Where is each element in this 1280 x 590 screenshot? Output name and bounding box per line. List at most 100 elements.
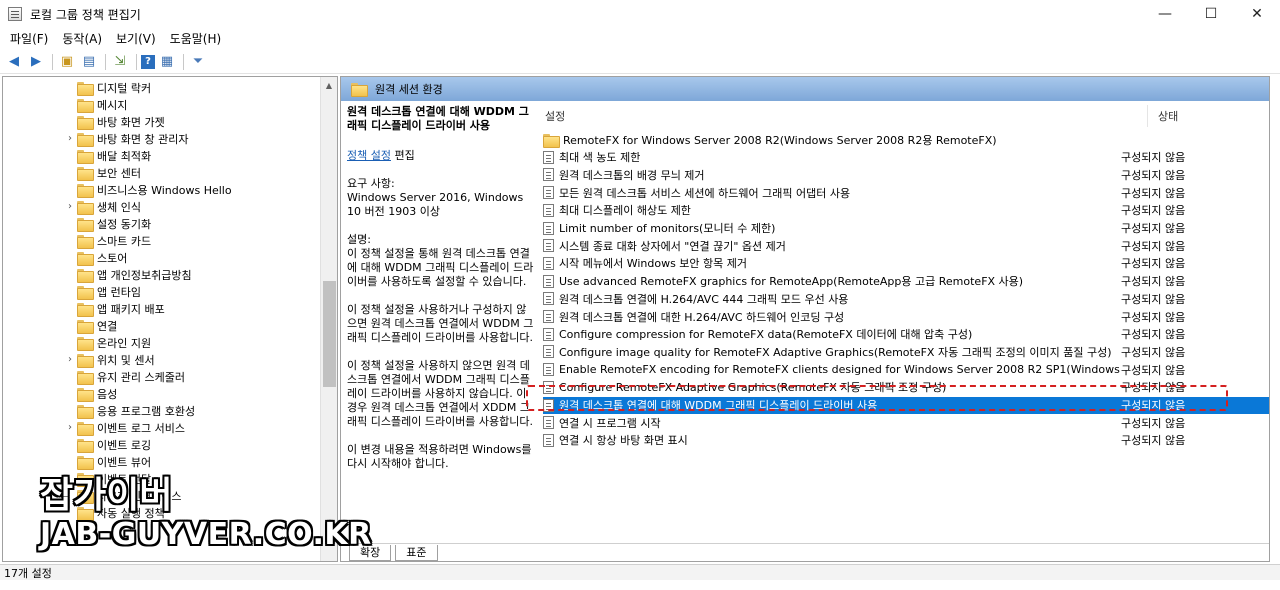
tree-item[interactable]: 연결 — [3, 317, 117, 334]
folder-icon — [77, 98, 94, 113]
scroll-thumb[interactable] — [323, 281, 336, 387]
policy-row[interactable]: Configure image quality for RemoteFX Ada… — [543, 343, 1269, 360]
policy-row[interactable]: Use advanced RemoteFX graphics for Remot… — [543, 273, 1269, 290]
tree-item-label: 비즈니스용 Windows Hello — [97, 183, 232, 197]
policy-state: 구성되지 않음 — [1121, 416, 1186, 430]
policy-setting: 연결 시 프로그램 시작 — [543, 415, 1123, 431]
tree-item[interactable]: 앱 런타임 — [3, 283, 141, 300]
folder-icon — [77, 183, 94, 198]
properties-icon[interactable]: ▦ — [157, 52, 177, 72]
policy-setting-label: Use advanced RemoteFX graphics for Remot… — [559, 275, 1024, 289]
policy-row[interactable]: Enable RemoteFX encoding for RemoteFX cl… — [543, 361, 1269, 378]
tree-item-label: 생체 인식 — [97, 200, 141, 214]
close-button[interactable]: ✕ — [1234, 0, 1280, 28]
help-icon[interactable]: ? — [141, 54, 155, 69]
policy-setting-label: 원격 데스크톱의 배경 무늬 제거 — [559, 168, 705, 182]
policy-row[interactable]: 원격 데스크톱의 배경 무늬 제거 구성되지 않음 — [543, 166, 1269, 183]
tree-item-label: 앱 런타임 — [97, 285, 141, 299]
status-bar: 17개 설정 — [0, 564, 1280, 580]
folder-icon — [543, 133, 560, 148]
folder-icon — [77, 234, 94, 249]
edit-policy-line: 정책 설정 편집 — [347, 149, 535, 163]
policy-row[interactable]: Configure compression for RemoteFX data(… — [543, 326, 1269, 343]
tree-item[interactable]: 보안 센터 — [3, 164, 141, 181]
policy-setting-label: 연결 시 항상 바탕 화면 표시 — [559, 434, 688, 448]
policy-row[interactable]: 연결 시 항상 바탕 화면 표시 구성되지 않음 — [543, 432, 1269, 449]
menu-action[interactable]: 동작(A) — [56, 30, 108, 47]
policy-row[interactable]: 최대 디스플레이 해상도 제한 구성되지 않음 — [543, 202, 1269, 219]
policy-document-icon — [543, 310, 554, 323]
tree-item[interactable]: 설정 동기화 — [3, 215, 151, 232]
expand-chevron-icon[interactable]: › — [63, 201, 77, 212]
policy-document-icon — [543, 433, 554, 447]
edit-policy-suffix: 편집 — [390, 149, 415, 162]
policy-row[interactable]: 최대 색 농도 제한 구성되지 않음 — [543, 149, 1269, 166]
policy-state: 구성되지 않음 — [1121, 186, 1186, 200]
show-hide-tree-icon[interactable]: ▤ — [79, 52, 99, 72]
filter-icon[interactable]: ⏷ — [188, 52, 208, 72]
policy-row[interactable]: 원격 데스크톱 연결에 H.264/AVC 444 그래픽 모드 우선 사용 구성… — [543, 290, 1269, 307]
tree-item[interactable]: 디지털 락커 — [3, 79, 151, 96]
tree-item[interactable]: 비즈니스용 Windows Hello — [3, 181, 232, 198]
menu-help[interactable]: 도움말(H) — [164, 30, 228, 47]
export-list-icon[interactable]: ⇲ — [110, 52, 130, 72]
policy-row[interactable]: 시작 메뉴에서 Windows 보안 항목 제거 구성되지 않음 — [543, 255, 1269, 272]
tree-item[interactable]: › 이벤트 로그 서비스 — [3, 419, 185, 436]
tree-item[interactable]: 스마트 카드 — [3, 232, 151, 249]
policy-setting: Configure image quality for RemoteFX Ada… — [543, 344, 1123, 360]
tree-item[interactable]: 앱 패키지 배포 — [3, 300, 165, 317]
tree-item[interactable]: 온라인 지원 — [3, 334, 151, 351]
column-header-setting[interactable]: 설정 — [545, 105, 565, 127]
tree-item[interactable]: 메시지 — [3, 96, 127, 113]
tree-item[interactable]: › 생체 인식 — [3, 198, 141, 215]
policy-document-icon — [543, 150, 554, 164]
policy-setting: 시작 메뉴에서 Windows 보안 항목 제거 — [543, 255, 1123, 271]
policy-row[interactable]: 시스템 종료 대화 상자에서 "연결 끊기" 옵션 제거 구성되지 않음 — [543, 237, 1269, 254]
minimize-button[interactable]: — — [1142, 0, 1188, 28]
tree-item[interactable]: 스토어 — [3, 249, 127, 266]
tree-item[interactable]: 앱 개인정보취급방침 — [3, 266, 192, 283]
tree-item[interactable]: 이벤트 뷰어 — [3, 453, 151, 470]
menu-bar: 파일(F) 동작(A) 보기(V) 도움말(H) — [0, 28, 1280, 48]
tree-item[interactable]: 응용 프로그램 호환성 — [3, 402, 195, 419]
forward-arrow-icon[interactable]: ▶ — [26, 52, 46, 72]
scroll-up-icon[interactable]: ▲ — [321, 77, 337, 94]
policy-row[interactable]: Limit number of monitors(모니터 수 제한) 구성되지 않… — [543, 220, 1269, 237]
policy-state: 구성되지 않음 — [1121, 151, 1186, 165]
expand-chevron-icon[interactable]: › — [63, 422, 77, 433]
policy-row[interactable]: 연결 시 프로그램 시작 구성되지 않음 — [543, 414, 1269, 431]
back-arrow-icon[interactable]: ◀ — [4, 52, 24, 72]
tree-item[interactable]: 이벤트 로깅 — [3, 436, 151, 453]
tree-item[interactable]: 바탕 화면 가젯 — [3, 113, 165, 130]
tab-standard[interactable]: 표준 — [395, 544, 438, 561]
description-text-4: 이 변경 내용을 적용하려면 Windows를 다시 시작해야 합니다. — [347, 443, 532, 470]
edit-policy-link[interactable]: 정책 설정 — [347, 149, 391, 162]
policy-row[interactable]: 원격 데스크톱 연결에 대한 H.264/AVC 하드웨어 인코딩 구성 구성되지… — [543, 308, 1269, 325]
tree-item[interactable]: › 바탕 화면 창 관리자 — [3, 130, 188, 147]
policy-document-icon — [543, 221, 554, 235]
folder-icon — [77, 336, 94, 351]
expand-chevron-icon[interactable]: › — [63, 354, 77, 365]
policy-document-icon — [543, 416, 554, 430]
maximize-button[interactable]: ☐ — [1188, 0, 1234, 28]
policy-state: 구성되지 않음 — [1121, 310, 1186, 324]
tree-item-label: 이벤트 뷰어 — [97, 455, 152, 469]
tree-item[interactable]: › 위치 및 센서 — [3, 351, 155, 368]
expand-chevron-icon[interactable]: › — [63, 133, 77, 144]
tree-item-label: 온라인 지원 — [97, 336, 152, 350]
policy-document-icon — [543, 186, 554, 200]
policy-row[interactable]: 모든 원격 데스크톱 서비스 세션에 하드웨어 그래픽 어댑터 사용 구성되지 않… — [543, 184, 1269, 201]
menu-view[interactable]: 보기(V) — [110, 30, 162, 47]
status-text: 17개 설정 — [4, 566, 52, 580]
tree-item[interactable]: 유지 관리 스케줄러 — [3, 368, 185, 385]
policy-document-icon — [543, 168, 554, 182]
policy-row[interactable]: RemoteFX for Windows Server 2008 R2(Wind… — [543, 131, 1269, 148]
policy-setting-label: 최대 디스플레이 해상도 제한 — [559, 204, 691, 218]
menu-file[interactable]: 파일(F) — [4, 30, 54, 47]
tree-item[interactable]: 배달 최적화 — [3, 147, 151, 164]
up-folder-icon[interactable]: ▣ — [57, 52, 77, 72]
column-header-state[interactable]: 상태 — [1147, 105, 1178, 127]
tree-item-label: 연결 — [97, 319, 118, 333]
tree-item[interactable]: 음성 — [3, 385, 117, 402]
folder-icon — [77, 455, 94, 470]
